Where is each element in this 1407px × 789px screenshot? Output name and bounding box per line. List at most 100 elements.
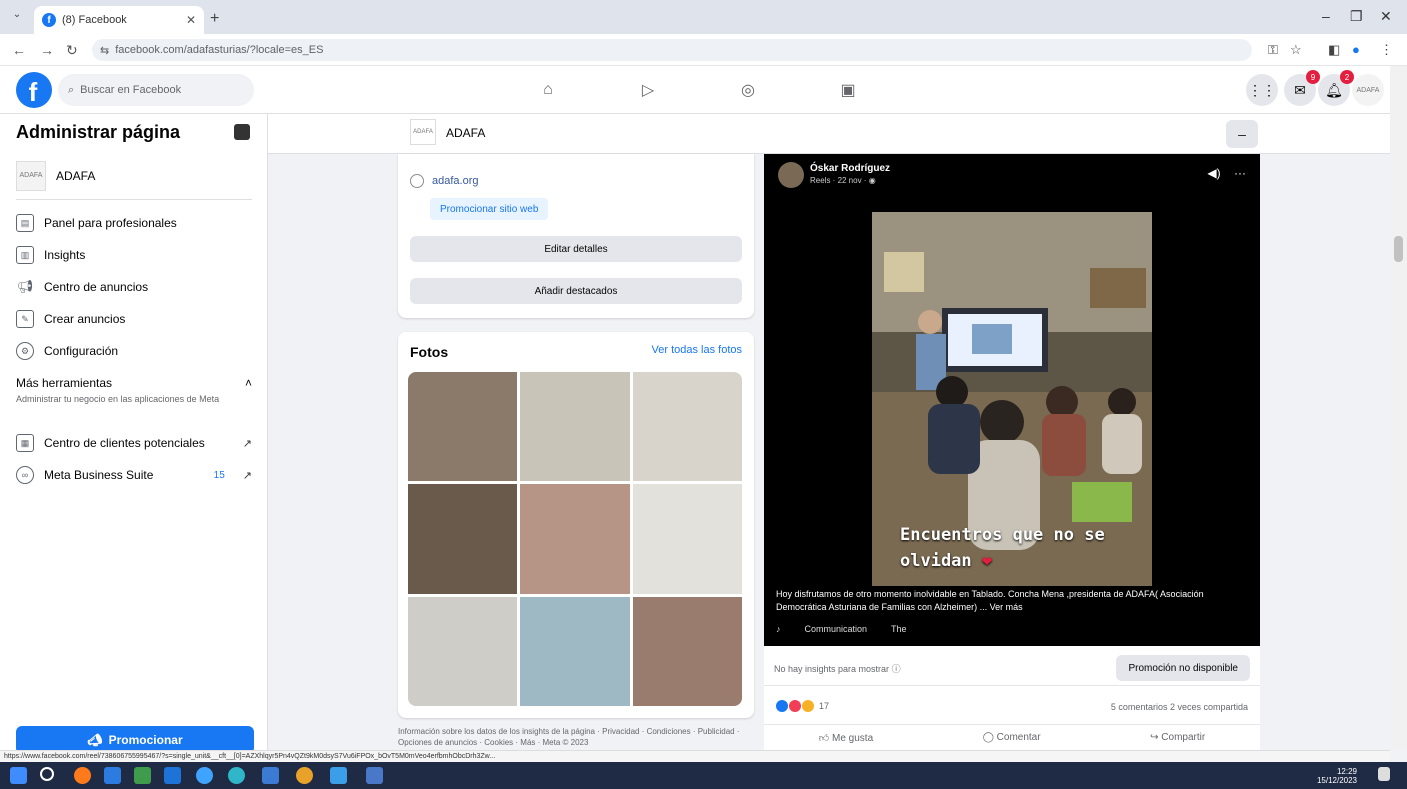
reel-video[interactable]: Óskar Rodríguez Reels · 22 nov · ◉ ◀︎) ·… <box>764 154 1260 646</box>
author-avatar[interactable] <box>778 162 804 188</box>
back-icon[interactable]: ← <box>12 42 26 58</box>
app-icon[interactable] <box>262 767 279 784</box>
scrollbar-thumb[interactable] <box>1394 236 1403 262</box>
comment-button[interactable]: ◯ Comentar <box>983 732 1041 743</box>
search-input[interactable]: ⌕ Buscar en Facebook <box>58 74 254 106</box>
edit-details-button[interactable]: Editar detalles <box>410 236 742 262</box>
insights-row: No hay insights para mostrar ⓘ Promoción… <box>764 650 1260 686</box>
messenger-icon[interactable]: ✉ 9 <box>1284 70 1320 106</box>
app-icon[interactable] <box>330 767 347 784</box>
start-icon[interactable] <box>10 767 27 784</box>
chrome-icon[interactable] <box>296 767 313 784</box>
promote-website-button[interactable]: Promocionar sitio web <box>430 198 549 220</box>
author-name[interactable]: Óskar Rodríguez <box>810 163 890 174</box>
menu-grid-icon[interactable]: ⋮⋮ <box>1246 74 1278 106</box>
audio-title[interactable]: Communication <box>805 624 868 634</box>
sidebar-item-leads-center[interactable]: ▦ Centro de clientes potenciales ↗ <box>16 428 252 458</box>
collapse-sidebar-icon[interactable] <box>234 124 250 140</box>
footer-links[interactable]: Información sobre los datos de los insig… <box>398 726 754 748</box>
groups-icon[interactable]: ◎ <box>736 78 760 102</box>
system-clock[interactable]: 12:29 15/12/2023 <box>1317 767 1357 785</box>
profile-icon[interactable]: ● <box>1352 42 1360 57</box>
ie-icon[interactable] <box>196 767 213 784</box>
post-caption[interactable]: Hoy disfrutamos de otro momento inolvida… <box>776 588 1246 614</box>
sidebar-item-meta-business-suite[interactable]: ∞ Meta Business Suite 15 ↗ <box>16 460 252 490</box>
password-icon[interactable]: ⚿ <box>1268 42 1278 58</box>
external-link-icon: ↗ <box>242 437 252 450</box>
browser-menu-icon[interactable]: ⋮ <box>1380 42 1393 58</box>
photo-thumbnail[interactable] <box>632 484 742 594</box>
reload-icon[interactable]: ↻ <box>66 42 78 59</box>
info-icon[interactable]: ⓘ <box>892 664 901 674</box>
restore-icon[interactable]: ❐ <box>1350 8 1363 25</box>
promotion-unavailable-button[interactable]: Promoción no disponible <box>1116 655 1250 681</box>
audio-title-2[interactable]: The <box>891 624 907 634</box>
photos-title: Fotos <box>410 344 449 360</box>
page-switcher[interactable]: ADAFA ADAFA <box>16 152 252 200</box>
care-reaction-icon <box>802 700 814 712</box>
photo-thumbnail[interactable] <box>520 596 630 706</box>
reactions-summary[interactable]: 17 <box>776 700 829 712</box>
tab-search-icon[interactable]: ⌄ <box>8 9 26 25</box>
clock-time: 12:29 <box>1336 767 1357 776</box>
sidebar-item-insights[interactable]: ▥ Insights <box>16 240 252 270</box>
edge-icon[interactable] <box>228 767 245 784</box>
home-icon[interactable]: ⌂ <box>536 78 560 102</box>
promote-button-label: Promocionar <box>108 733 183 747</box>
video-icon[interactable]: ▷ <box>636 78 660 102</box>
globe-icon <box>410 174 424 188</box>
browser-tab[interactable]: f (8) Facebook ✕ <box>34 6 204 34</box>
notifications-badge: 2 <box>1340 70 1354 84</box>
sidebar-item-settings[interactable]: ⚙ Configuración <box>16 336 252 366</box>
megaphone-icon: 📢︎ <box>16 279 34 294</box>
photo-thumbnail[interactable] <box>520 484 630 594</box>
reactions-row: 17 5 comentarios 2 veces compartida <box>764 694 1260 720</box>
website-link[interactable]: adafa.org <box>432 175 478 187</box>
gaming-icon[interactable]: ▣ <box>836 78 860 102</box>
photo-thumbnail[interactable] <box>408 596 518 706</box>
app-icon[interactable] <box>366 767 383 784</box>
bookmark-star-icon[interactable]: ☆ <box>1290 42 1302 58</box>
photo-thumbnail[interactable] <box>632 372 742 482</box>
photo-thumbnail[interactable] <box>520 372 630 482</box>
heart-icon: ❤ <box>981 551 993 571</box>
notification-center-icon[interactable] <box>1378 767 1390 781</box>
see-all-photos-link[interactable]: Ver todas las fotos <box>652 344 743 356</box>
add-featured-button[interactable]: Añadir destacados <box>410 278 742 304</box>
search-icon[interactable] <box>40 767 54 781</box>
website-row[interactable]: adafa.org <box>410 174 478 188</box>
site-info-icon[interactable]: ⇆ <box>100 44 109 57</box>
sidepanel-icon[interactable]: ◧ <box>1328 42 1340 58</box>
meta-business-suite-icon: ∞ <box>16 466 34 484</box>
sidebar-item-label: Meta Business Suite <box>44 468 154 482</box>
comments-shares-count[interactable]: 5 comentarios 2 veces compartida <box>1111 702 1248 712</box>
forward-icon[interactable]: → <box>40 42 54 58</box>
app-icon[interactable] <box>104 767 121 784</box>
volume-icon[interactable]: ◀︎) <box>1207 166 1220 180</box>
close-window-icon[interactable]: ✕ <box>1380 8 1392 25</box>
account-avatar[interactable]: ADAFA <box>1352 74 1384 106</box>
notifications-icon[interactable]: 🔔︎ 2 <box>1318 70 1354 106</box>
photo-thumbnail[interactable] <box>632 596 742 706</box>
minimize-icon[interactable]: – <box>1322 8 1330 24</box>
url-field[interactable]: ⇆ facebook.com/adafasturias/?locale=es_E… <box>92 39 1252 61</box>
app-icon[interactable] <box>164 767 181 784</box>
facebook-logo-icon[interactable]: f <box>16 72 52 108</box>
more-tools-header[interactable]: Más herramientas ˄ <box>16 376 252 390</box>
firefox-icon[interactable] <box>74 767 91 784</box>
share-button[interactable]: ↪ Compartir <box>1150 732 1205 743</box>
photo-thumbnail[interactable] <box>408 484 518 594</box>
close-tab-icon[interactable]: ✕ <box>186 13 196 27</box>
sidebar-item-label: Panel para profesionales <box>44 216 177 230</box>
sidebar-item-create-ads[interactable]: ✎ Crear anuncios <box>16 304 252 334</box>
new-tab-icon[interactable]: + <box>210 10 219 28</box>
sidebar-item-ads-center[interactable]: 📢︎ Centro de anuncios <box>16 272 252 302</box>
more-options-button[interactable]: – <box>1226 120 1258 148</box>
page-scrollbar[interactable] <box>1390 66 1407 750</box>
leads-icon: ▦ <box>16 434 34 452</box>
more-icon[interactable]: ··· <box>1234 166 1246 180</box>
photo-thumbnail[interactable] <box>408 372 518 482</box>
app-icon[interactable] <box>134 767 151 784</box>
like-button[interactable]: 👍︎ Me gusta <box>819 732 873 744</box>
sidebar-item-professional-dashboard[interactable]: ▤ Panel para profesionales <box>16 208 252 238</box>
